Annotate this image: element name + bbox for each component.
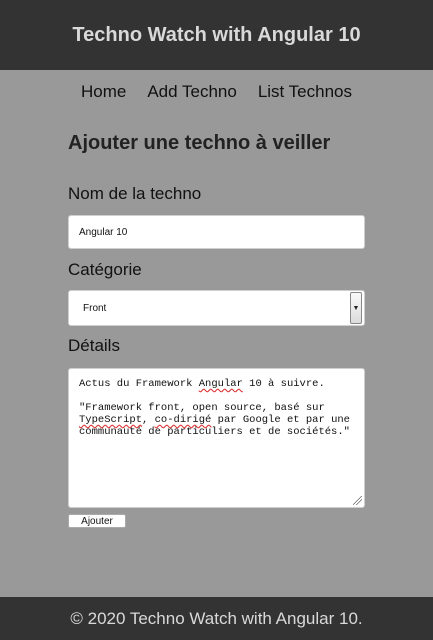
resize-handle-icon[interactable] [353,496,362,505]
app-title: Techno Watch with Angular 10 [72,23,361,46]
details-label: Détails [68,336,120,355]
details-text: Actus du Framework [79,378,199,390]
main-nav: Home Add Techno List Technos [0,70,433,114]
app-footer: © 2020 Techno Watch with Angular 10. [0,597,433,640]
add-button[interactable]: Ajouter [68,514,126,528]
spellcheck-word: TypeScript [79,414,143,426]
chevron-down-icon[interactable]: ▼ [350,292,362,324]
form-title: Ajouter une techno à veiller [68,132,331,154]
details-textarea[interactable]: Actus du Framework Angular 10 à suivre. … [68,368,365,508]
footer-text: © 2020 Techno Watch with Angular 10. [70,608,363,628]
details-text: "Framework front, open source, basé sur [79,402,332,414]
category-select[interactable]: Front ▼ [68,290,365,326]
nav-list-technos-link[interactable]: List Technos [258,82,352,102]
category-selected-value: Front [83,302,107,314]
techno-name-value: Angular 10 [79,226,128,238]
details-text: , [142,414,155,426]
spellcheck-word: Angular [198,378,243,390]
app-header: Techno Watch with Angular 10 [0,0,433,70]
techno-name-label: Nom de la techno [68,184,202,203]
spellcheck-word: co-dirigé [154,414,212,426]
nav-add-techno-link[interactable]: Add Techno [147,82,236,102]
details-text: 10 à suivre. [242,378,325,390]
techno-name-input[interactable]: Angular 10 [68,215,365,249]
category-label: Catégorie [68,260,142,279]
nav-home-link[interactable]: Home [81,82,126,102]
